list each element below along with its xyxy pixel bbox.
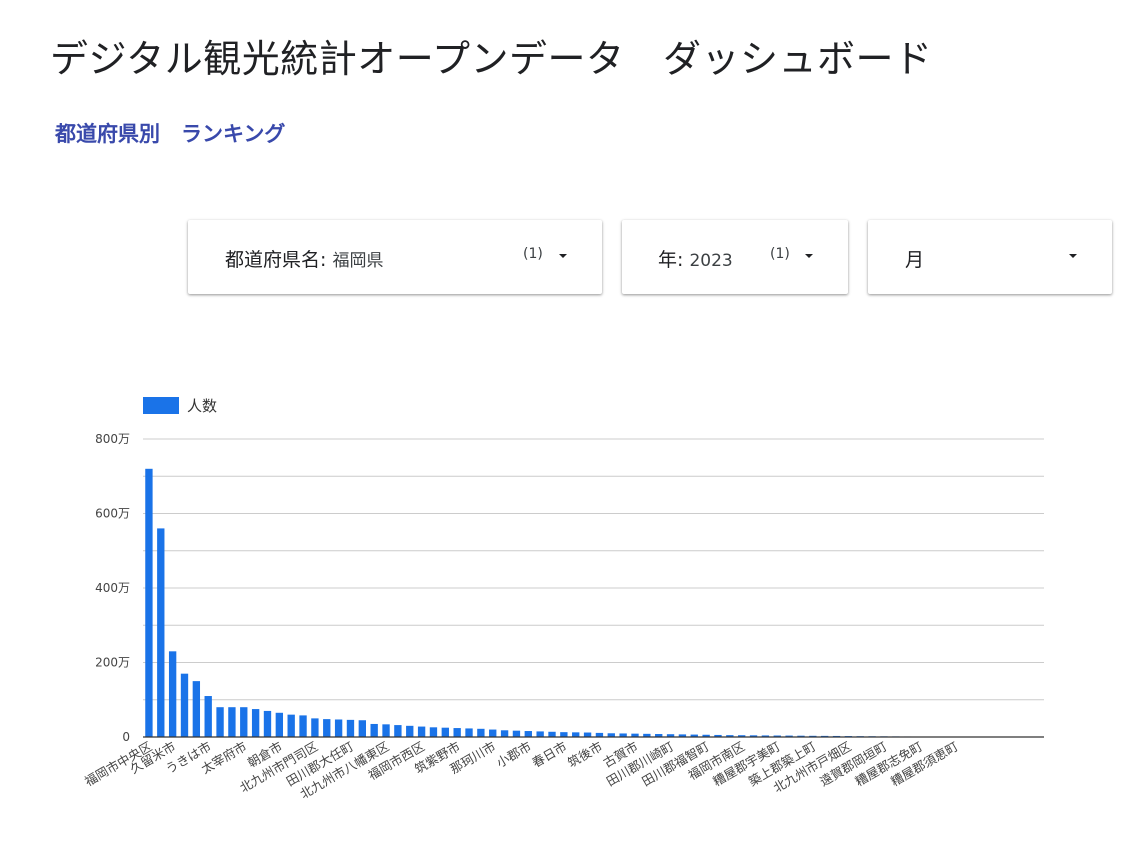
dashboard-page: デジタル観光統計オープンデータ ダッシュボード 都道府県別 ランキング 都道府県…: [0, 0, 1148, 842]
bar: [358, 720, 366, 737]
bar: [595, 732, 604, 737]
bar: [240, 707, 248, 737]
y-tick-label: 800万: [95, 432, 130, 446]
y-tick-label: 600万: [95, 507, 130, 521]
prefecture-filter-count: (1): [523, 246, 543, 262]
bar: [287, 714, 295, 737]
bar: [489, 729, 497, 737]
bar: [583, 732, 592, 737]
year-filter-value: 2023: [689, 251, 733, 271]
bar: [512, 730, 521, 737]
x-tick-label: 小郡市: [494, 739, 534, 771]
bar: [417, 726, 426, 737]
month-filter[interactable]: 月: [868, 220, 1112, 294]
bar: [560, 732, 568, 737]
bar: [168, 651, 177, 737]
dropdown-arrow-icon: [805, 254, 813, 258]
bar: [323, 719, 331, 737]
bar: [406, 725, 414, 737]
bar: [180, 673, 189, 737]
dropdown-arrow-icon: [559, 254, 567, 258]
bar: [536, 731, 544, 737]
visitor-bar-chart: 人数0200万400万600万800万福岡市中央区久留米市うきは市太宰府市朝倉市…: [82, 397, 1044, 802]
page-subtitle: 都道府県別 ランキング: [55, 122, 286, 146]
bar: [228, 707, 236, 737]
bar: [251, 709, 260, 737]
prefecture-filter-value: 福岡県: [332, 251, 384, 271]
bar: [453, 728, 461, 737]
year-filter-count: (1): [770, 246, 790, 262]
legend-swatch: [143, 397, 179, 414]
y-tick-label: 200万: [95, 656, 130, 670]
bar: [145, 468, 153, 737]
year-filter-label: 年: 2023: [658, 249, 733, 271]
month-filter-label: 月: [905, 249, 925, 271]
bar: [263, 710, 272, 737]
bar: [548, 731, 556, 737]
bar: [311, 718, 319, 737]
x-tick-label: 筑後市: [565, 739, 605, 771]
bar: [192, 681, 201, 737]
y-tick-label: 0: [122, 730, 130, 744]
bar: [204, 696, 212, 737]
bar: [299, 715, 307, 737]
x-tick-label: 春日市: [529, 739, 569, 771]
bar: [382, 724, 390, 737]
bar: [441, 727, 449, 737]
bar: [216, 707, 224, 737]
y-tick-label: 400万: [95, 581, 130, 595]
year-filter[interactable]: 年: 2023 (1): [622, 220, 848, 294]
bar: [477, 728, 485, 737]
page-title: デジタル観光統計オープンデータ ダッシュボード: [50, 37, 933, 81]
bar: [157, 528, 165, 737]
bar: [334, 719, 343, 737]
prefecture-filter-label: 都道府県名: 福岡県: [225, 249, 384, 271]
bar: [572, 732, 580, 737]
bar: [500, 730, 509, 737]
legend-label: 人数: [187, 397, 217, 415]
dropdown-arrow-icon: [1069, 254, 1077, 258]
bar: [346, 719, 355, 737]
bar: [465, 728, 473, 737]
bar: [275, 712, 284, 737]
prefecture-filter[interactable]: 都道府県名: 福岡県 (1): [188, 220, 602, 294]
bar: [370, 723, 378, 737]
bar: [394, 725, 402, 737]
bar: [429, 727, 438, 737]
bar: [524, 731, 532, 737]
